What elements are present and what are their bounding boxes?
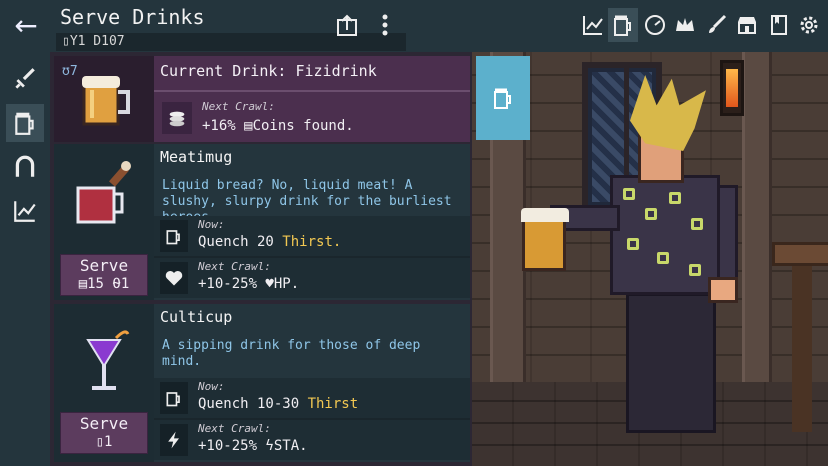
mug-icon	[160, 382, 188, 414]
current-drink-name: Current Drink: Fizidrink	[160, 62, 377, 80]
beer-mug	[521, 208, 569, 271]
mug-icon[interactable]	[6, 104, 44, 142]
drink-card-meatimug: Serve ▤15 ⍬1 Meatimug Liquid bread? No, …	[54, 144, 470, 300]
mug-icon	[160, 220, 188, 252]
page-title: Serve Drinks	[60, 5, 205, 29]
back-arrow-icon[interactable]: ←	[8, 8, 44, 44]
chart-icon[interactable]	[578, 8, 608, 42]
crown-icon[interactable]	[670, 8, 700, 42]
serve-button[interactable]: Serve ▯1	[60, 412, 148, 454]
current-drink-art: ʊ7	[54, 56, 154, 142]
shop-icon[interactable]	[732, 8, 762, 42]
more-vert-icon[interactable]	[370, 8, 400, 42]
mug-icon[interactable]	[608, 8, 638, 42]
calendar-icon: ▯	[62, 34, 70, 49]
next-crawl-row: Next Crawl: +10-25% ♥HP.	[154, 258, 470, 298]
current-drink-card: ʊ7 Current Drink: Fizidrink Next Crawl: …	[54, 56, 470, 142]
drinks-panel: ʊ7 Current Drink: Fizidrink Next Crawl: …	[50, 52, 472, 466]
serve-button[interactable]: Serve ▤15 ⍬1	[60, 254, 148, 296]
drink-card-culticup: Serve ▯1 Culticup A sipping drink for th…	[54, 304, 470, 462]
drink-count: ʊ7	[62, 64, 78, 79]
lightning-icon	[160, 424, 188, 456]
hero-fist	[708, 277, 738, 303]
drink-name: Culticup	[160, 308, 233, 326]
top-bar: ← Serve Drinks ▯Y1 D107	[0, 0, 828, 52]
heart-icon	[160, 262, 188, 294]
game-screen: { "header": { "title": "Serve Drinks", "…	[0, 0, 828, 466]
book-icon[interactable]	[764, 8, 794, 42]
drink-tab-button[interactable]	[476, 56, 530, 140]
hero-armor	[610, 175, 720, 295]
drink-name: Meatimug	[160, 148, 233, 166]
magnet-icon[interactable]	[6, 148, 44, 186]
coins-icon	[162, 102, 192, 134]
share-icon[interactable]	[332, 8, 362, 42]
mug-icon	[494, 88, 511, 109]
chart-icon[interactable]	[6, 192, 44, 230]
brush-icon[interactable]	[702, 8, 732, 42]
table-leg	[792, 262, 812, 432]
left-rail	[0, 52, 50, 466]
next-crawl-label: Next Crawl:	[202, 100, 275, 113]
hero-legs	[626, 293, 716, 433]
now-effect-row: Now: Quench 20 Thirst.	[154, 216, 470, 256]
current-bonus: +16% ▤Coins found.	[202, 118, 354, 134]
sword-icon[interactable]	[6, 60, 44, 98]
next-crawl-row: Next Crawl: +10-25% ϟSTA.	[154, 420, 470, 460]
drink-art: Serve ▤15 ⍬1	[54, 144, 154, 300]
gauge-icon[interactable]	[640, 8, 670, 42]
drink-description: A sipping drink for those of deep mind.	[162, 338, 421, 369]
table	[772, 242, 828, 266]
drink-art: Serve ▯1	[54, 304, 154, 462]
hero-character[interactable]	[521, 75, 760, 445]
now-effect-row: Now: Quench 10-30 Thirst	[154, 378, 470, 418]
gear-icon[interactable]	[794, 8, 824, 42]
